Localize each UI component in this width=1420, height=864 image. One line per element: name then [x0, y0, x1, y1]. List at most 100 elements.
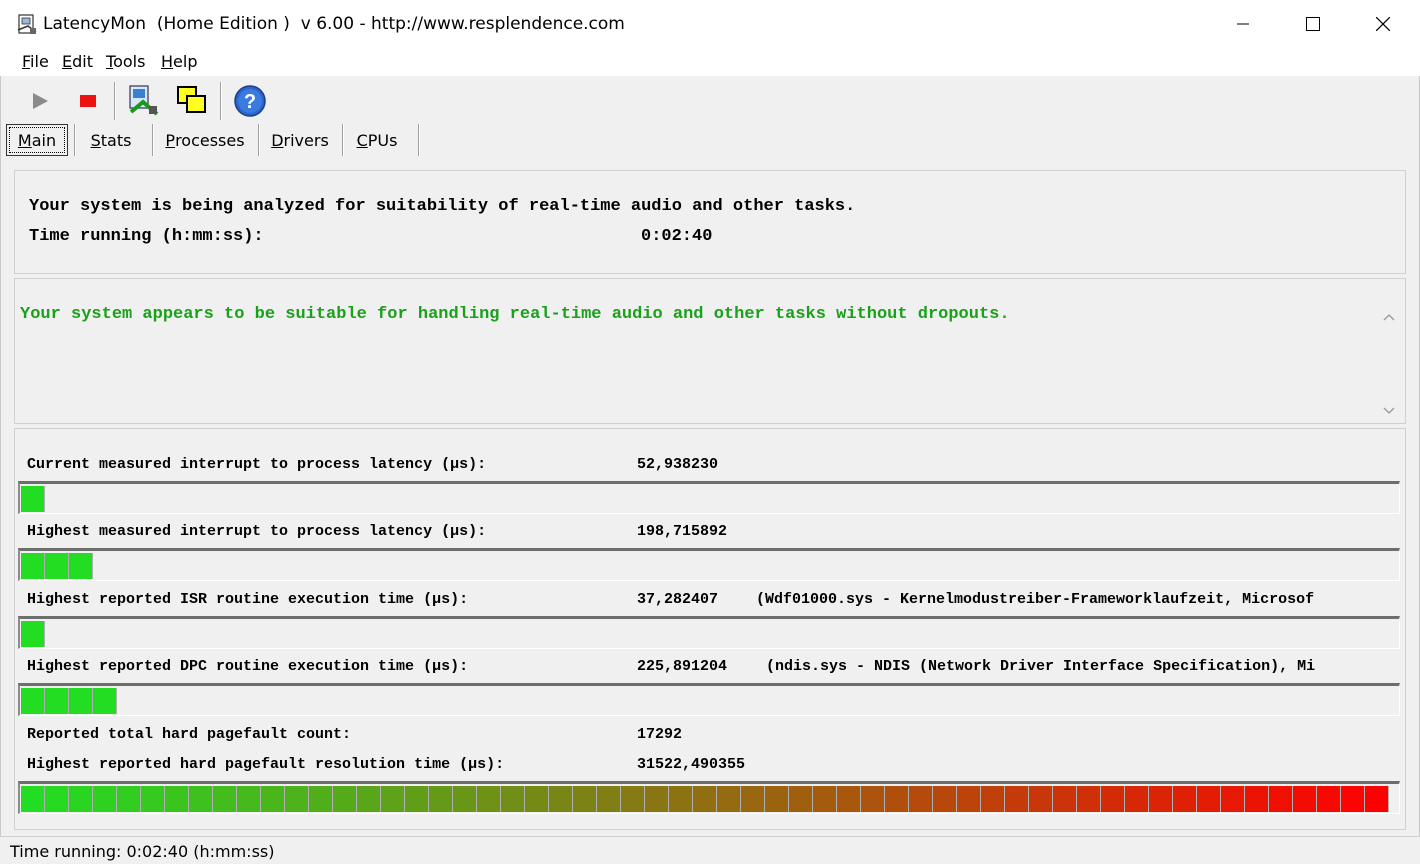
- meter-segment: [1269, 786, 1293, 812]
- verdict-message: Your system appears to be suitable for h…: [20, 305, 1010, 324]
- menu-file[interactable]: File: [22, 52, 49, 71]
- meter-segment: [1197, 786, 1221, 812]
- latencymon-app-icon[interactable]: [16, 14, 38, 36]
- meter-segment: [645, 786, 669, 812]
- analyze-icon[interactable]: [126, 82, 162, 120]
- maximize-icon[interactable]: [1278, 0, 1348, 48]
- analysis-status-text: Your system is being analyzed for suitab…: [29, 197, 856, 216]
- highest-latency-value: 198,715892: [637, 523, 728, 540]
- meter-segment: [789, 786, 813, 812]
- tab-stats[interactable]: Stats: [78, 124, 144, 156]
- current-latency-meter: [18, 481, 1400, 514]
- meter-segment: [21, 688, 45, 714]
- meter-segment: [333, 786, 357, 812]
- meter-segment: [141, 786, 165, 812]
- meter-segment: [69, 688, 93, 714]
- meter-segment: [69, 553, 93, 579]
- tab-cpus[interactable]: C PUs: [346, 124, 408, 156]
- isr-time-value: 37,282407: [637, 591, 719, 608]
- meter-segment: [285, 786, 309, 812]
- meter-segment: [1221, 786, 1245, 812]
- meter-segment: [93, 786, 117, 812]
- meter-segment: [621, 786, 645, 812]
- tab-main[interactable]: Main: [6, 124, 68, 156]
- meter-segment: [981, 786, 1005, 812]
- meter-segment: [669, 786, 693, 812]
- meter-segment: [261, 786, 285, 812]
- meter-segment: [1365, 786, 1389, 812]
- tab-separator: [152, 124, 154, 156]
- pagefault-resolution-value: 31522,490355: [637, 756, 746, 773]
- tab-drivers[interactable]: Drivers: [262, 124, 338, 156]
- meter-segment: [69, 786, 93, 812]
- meter-segment: [813, 786, 837, 812]
- close-icon[interactable]: [1348, 0, 1418, 48]
- title-bar: LatencyMon (Home Edition ) v 6.00 - http…: [0, 0, 1420, 48]
- meter-segment: [453, 786, 477, 812]
- isr-time-meter: [18, 616, 1400, 649]
- help-icon[interactable]: ?: [232, 82, 268, 120]
- meter-segment: [573, 786, 597, 812]
- time-running-label: Time running (h:mm:ss):: [29, 227, 264, 246]
- tab-separator: [74, 124, 76, 156]
- meter-segment: [909, 786, 933, 812]
- tab-separator: [418, 124, 420, 156]
- pagefault-count-label: Reported total hard pagefault count:: [27, 726, 352, 743]
- meter-segment: [213, 786, 237, 812]
- analysis-panel: [14, 170, 1406, 274]
- dpc-time-value: 225,891204: [637, 658, 728, 675]
- tab-separator: [258, 124, 260, 156]
- tab-separator: [342, 124, 344, 156]
- meter-segment: [45, 786, 69, 812]
- meter-segment: [21, 553, 45, 579]
- meter-segment: [501, 786, 525, 812]
- meter-segment: [357, 786, 381, 812]
- meter-segment: [1173, 786, 1197, 812]
- play-icon[interactable]: [22, 82, 58, 120]
- tab-processes[interactable]: Processes: [156, 124, 254, 156]
- verdict-scrollbar[interactable]: [1378, 304, 1400, 424]
- toolbar-separator: [220, 82, 222, 120]
- status-text: Time running: 0:02:40 (h:mm:ss): [10, 842, 275, 861]
- menu-tools[interactable]: Tools: [106, 52, 145, 71]
- meter-segment: [693, 786, 717, 812]
- meter-segment: [1077, 786, 1101, 812]
- meter-segment: [477, 786, 501, 812]
- minimize-icon[interactable]: [1208, 0, 1278, 48]
- verdict-panel: [14, 278, 1406, 424]
- meter-segment: [1053, 786, 1077, 812]
- meter-segment: [837, 786, 861, 812]
- scroll-up-icon[interactable]: [1378, 306, 1400, 328]
- meter-segment: [1293, 786, 1317, 812]
- meter-segment: [1317, 786, 1341, 812]
- menu-help[interactable]: Help: [161, 52, 197, 71]
- dpc-time-label: Highest reported DPC routine execution t…: [27, 658, 469, 675]
- meter-segment: [885, 786, 909, 812]
- meter-segment: [309, 786, 333, 812]
- stop-icon[interactable]: [70, 82, 106, 120]
- toolbar: ?: [0, 78, 1420, 124]
- meter-segment: [1341, 786, 1365, 812]
- menu-edit[interactable]: Edit: [62, 52, 93, 71]
- windows-icon[interactable]: [174, 82, 210, 120]
- meter-segment: [957, 786, 981, 812]
- meter-segment: [45, 553, 69, 579]
- meter-segment: [429, 786, 453, 812]
- meter-segment: [861, 786, 885, 812]
- pagefault-resolution-meter: [18, 781, 1400, 814]
- dpc-driver-detail: (ndis.sys - NDIS (Network Driver Interfa…: [766, 658, 1316, 675]
- meter-segment: [189, 786, 213, 812]
- meter-segment: [549, 786, 573, 812]
- meter-segment: [1245, 786, 1269, 812]
- scroll-down-icon[interactable]: [1378, 400, 1400, 422]
- meter-segment: [237, 786, 261, 812]
- meter-segment: [21, 786, 45, 812]
- meter-segment: [405, 786, 429, 812]
- meter-segment: [765, 786, 789, 812]
- meter-segment: [165, 786, 189, 812]
- isr-time-label: Highest reported ISR routine execution t…: [27, 591, 469, 608]
- highest-latency-label: Highest measured interrupt to process la…: [27, 523, 487, 540]
- menu-bar: File Edit Tools Help: [0, 48, 1420, 76]
- meter-segment: [381, 786, 405, 812]
- highest-latency-meter: [18, 548, 1400, 581]
